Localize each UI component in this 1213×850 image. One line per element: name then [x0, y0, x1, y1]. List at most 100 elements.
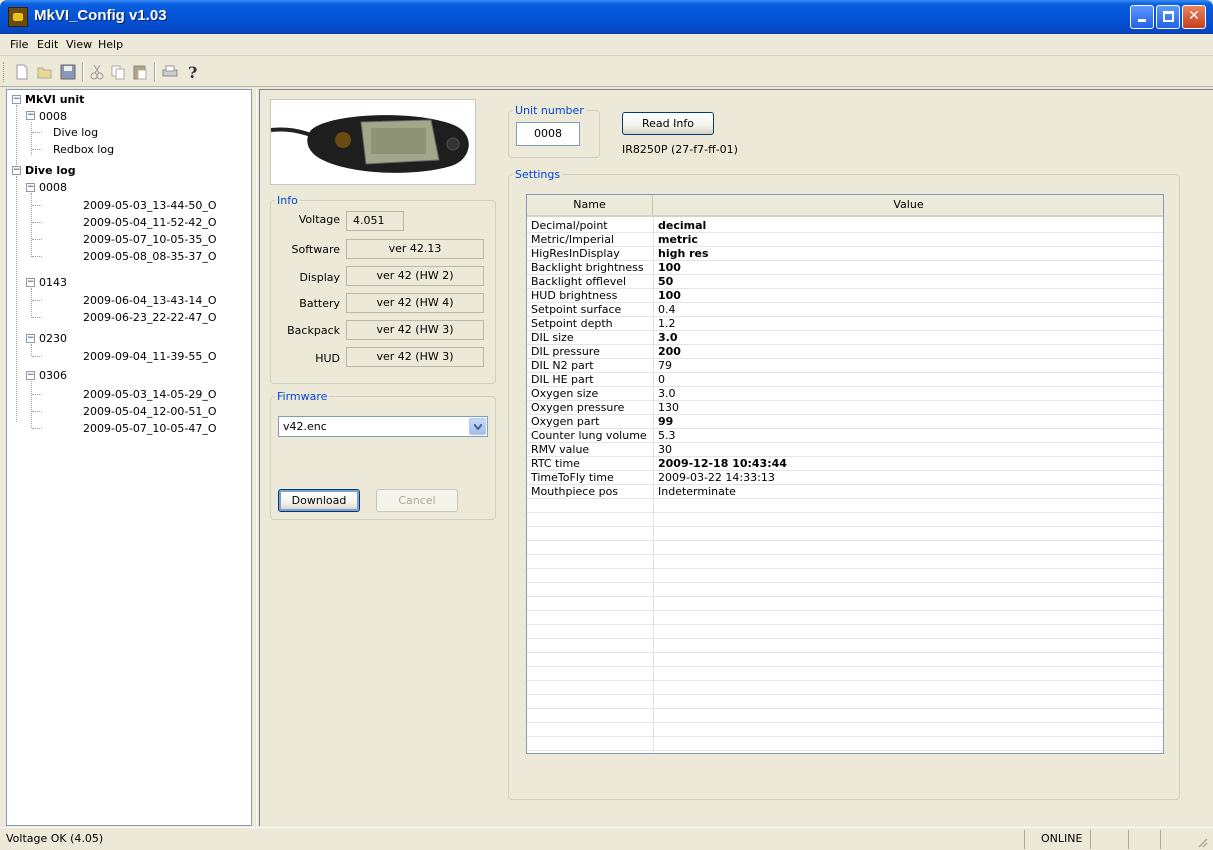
setting-value[interactable]: 2009-12-18 10:43:44	[658, 457, 787, 470]
table-row[interactable]: Backlight offlevel 50	[527, 275, 1163, 289]
tree-node-dive[interactable]: 2009-05-07_10-05-35_O	[83, 233, 217, 246]
cut-icon[interactable]	[88, 63, 106, 81]
new-icon[interactable]	[13, 63, 31, 81]
save-icon[interactable]	[59, 63, 77, 81]
table-row[interactable]	[527, 695, 1163, 709]
tree-node-dive[interactable]: 2009-09-04_11-39-55_O	[83, 350, 217, 363]
minimize-button[interactable]	[1130, 5, 1154, 29]
table-row[interactable]	[527, 737, 1163, 751]
table-row[interactable]	[527, 555, 1163, 569]
menu-help[interactable]: Help	[98, 38, 123, 51]
tree-node-group[interactable]: 0008	[39, 181, 67, 194]
tree-node-dive[interactable]: 2009-05-04_12-00-51_O	[83, 405, 217, 418]
menu-edit[interactable]: Edit	[37, 38, 58, 51]
help-icon[interactable]: ?	[184, 63, 202, 82]
setting-value[interactable]: 50	[658, 275, 673, 288]
table-row[interactable]: DIL pressure 200	[527, 345, 1163, 359]
read-info-button[interactable]: Read Info	[622, 112, 714, 135]
paste-icon[interactable]	[131, 63, 149, 81]
tree-node-dive[interactable]: 2009-05-08_08-35-37_O	[83, 250, 217, 263]
collapse-icon[interactable]: −	[26, 183, 35, 192]
setting-value[interactable]: 200	[658, 345, 681, 358]
table-row[interactable]: DIL HE part 0	[527, 373, 1163, 387]
table-row[interactable]	[527, 639, 1163, 653]
toolbar-grip[interactable]	[3, 62, 6, 82]
menu-view[interactable]: View	[66, 38, 92, 51]
table-row[interactable]	[527, 499, 1163, 513]
table-row[interactable]	[527, 653, 1163, 667]
menu-file[interactable]: File	[10, 38, 28, 51]
table-row[interactable]: RMV value 30	[527, 443, 1163, 457]
setting-value[interactable]: high res	[658, 247, 709, 260]
table-row[interactable]: RTC time 2009-12-18 10:43:44	[527, 457, 1163, 471]
setting-value[interactable]: 3.0	[658, 387, 676, 400]
tree-node-dive-log[interactable]: Dive log	[53, 126, 98, 139]
table-row[interactable]: Oxygen size 3.0	[527, 387, 1163, 401]
collapse-icon[interactable]: −	[26, 334, 35, 343]
copy-icon[interactable]	[109, 63, 127, 81]
table-row[interactable]: Setpoint surface 0.4	[527, 303, 1163, 317]
table-row[interactable]	[527, 625, 1163, 639]
tree-node-dive[interactable]: 2009-05-04_11-52-42_O	[83, 216, 217, 229]
setting-value[interactable]: 5.3	[658, 429, 676, 442]
collapse-icon[interactable]: −	[26, 371, 35, 380]
table-row[interactable]: HUD brightness 100	[527, 289, 1163, 303]
unit-number-input[interactable]: 0008	[516, 122, 580, 146]
cancel-button[interactable]: Cancel	[376, 489, 458, 512]
table-row[interactable]: Mouthpiece pos Indeterminate	[527, 485, 1163, 499]
print-icon[interactable]	[161, 63, 179, 81]
table-row[interactable]	[527, 583, 1163, 597]
settings-list[interactable]: Name Value Decimal/point decimal Metric/Im…	[526, 194, 1164, 754]
resize-grip-icon[interactable]	[1196, 836, 1208, 848]
maximize-button[interactable]	[1156, 5, 1180, 29]
tree-node-unit[interactable]: 0008	[39, 110, 67, 123]
firmware-select[interactable]: v42.enc	[278, 416, 488, 437]
table-row[interactable]: DIL N2 part 79	[527, 359, 1163, 373]
tree-node-dive[interactable]: 2009-05-07_10-05-47_O	[83, 422, 217, 435]
tree-node-group[interactable]: 0230	[39, 332, 67, 345]
column-header-name[interactable]: Name	[527, 195, 653, 215]
setting-value[interactable]: 100	[658, 289, 681, 302]
table-row[interactable]	[527, 541, 1163, 555]
tree-node-mkvi-unit[interactable]: MkVI unit	[25, 93, 84, 106]
table-row[interactable]	[527, 681, 1163, 695]
collapse-icon[interactable]: −	[26, 111, 35, 120]
setting-value[interactable]: 30	[658, 443, 672, 456]
setting-value[interactable]: 1.2	[658, 317, 676, 330]
tree-node-dive[interactable]: 2009-06-23_22-22-47_O	[83, 311, 217, 324]
navigation-tree[interactable]: − MkVI unit − 0008 Dive log Redbox log −…	[6, 89, 252, 826]
table-row[interactable]: DIL size 3.0	[527, 331, 1163, 345]
table-row[interactable]	[527, 723, 1163, 737]
setting-value[interactable]: 2009-03-22 14:33:13	[658, 471, 775, 484]
setting-value[interactable]: decimal	[658, 219, 706, 232]
table-row[interactable]: Decimal/point decimal	[527, 219, 1163, 233]
tree-node-dive[interactable]: 2009-05-03_13-44-50_O	[83, 199, 217, 212]
table-row[interactable]: Setpoint depth 1.2	[527, 317, 1163, 331]
table-row[interactable]: Counter lung volume 5.3	[527, 429, 1163, 443]
collapse-icon[interactable]: −	[26, 278, 35, 287]
tree-node-group[interactable]: 0143	[39, 276, 67, 289]
table-row[interactable]	[527, 667, 1163, 681]
open-icon[interactable]	[36, 63, 54, 81]
close-button[interactable]: ✕	[1182, 5, 1206, 29]
setting-value[interactable]: 130	[658, 401, 679, 414]
table-row[interactable]: HigResInDisplay high res	[527, 247, 1163, 261]
tree-node-group[interactable]: 0306	[39, 369, 67, 382]
table-row[interactable]	[527, 709, 1163, 723]
tree-node-dive[interactable]: 2009-06-04_13-43-14_O	[83, 294, 217, 307]
table-row[interactable]	[527, 527, 1163, 541]
table-row[interactable]: Metric/Imperial metric	[527, 233, 1163, 247]
table-row[interactable]	[527, 513, 1163, 527]
setting-value[interactable]: 99	[658, 415, 673, 428]
setting-value[interactable]: 0	[658, 373, 665, 386]
table-row[interactable]: Backlight brightness 100	[527, 261, 1163, 275]
setting-value[interactable]: 79	[658, 359, 672, 372]
setting-value[interactable]: Indeterminate	[658, 485, 736, 498]
tree-node-dive-log-root[interactable]: Dive log	[25, 164, 76, 177]
setting-value[interactable]: 0.4	[658, 303, 676, 316]
column-header-value[interactable]: Value	[654, 195, 1163, 215]
collapse-icon[interactable]: −	[12, 166, 21, 175]
collapse-icon[interactable]: −	[12, 95, 21, 104]
tree-node-dive[interactable]: 2009-05-03_14-05-29_O	[83, 388, 217, 401]
table-row[interactable]	[527, 597, 1163, 611]
